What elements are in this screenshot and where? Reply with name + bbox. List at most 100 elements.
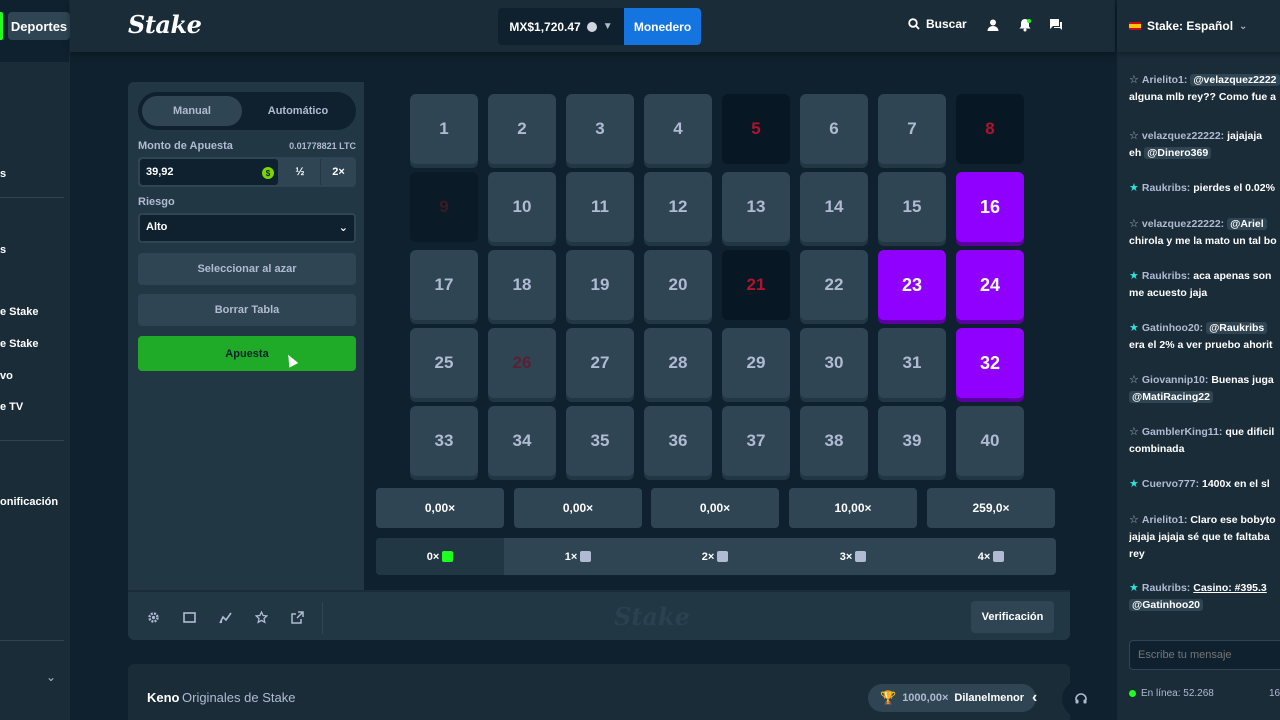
keno-tile-14[interactable]: 14 [800, 172, 868, 242]
keno-tile-19[interactable]: 19 [566, 250, 634, 320]
keno-tile-22[interactable]: 22 [800, 250, 868, 320]
keno-tile-30[interactable]: 30 [800, 328, 868, 398]
chat-username[interactable]: Raukribs: [1142, 182, 1190, 194]
chat-message: ★ Raukribs: pierdes el 0.02% [1129, 180, 1280, 197]
chat-message-input[interactable] [1129, 640, 1280, 670]
popout-icon[interactable] [291, 611, 304, 624]
random-pick-button[interactable]: Seleccionar al azar [138, 253, 356, 285]
half-bet-button[interactable]: ½ [282, 159, 318, 185]
favorite-star-icon[interactable] [255, 611, 268, 624]
keno-tile-25[interactable]: 25 [410, 328, 478, 398]
keno-tile-36[interactable]: 36 [644, 406, 712, 476]
keno-tile-40[interactable]: 40 [956, 406, 1024, 476]
tab-manual[interactable]: Manual [142, 96, 242, 126]
chat-username[interactable]: velazquez22222: [1142, 130, 1224, 142]
chat-mention[interactable]: @velazquez2222 [1190, 74, 1280, 86]
support-button[interactable] [1062, 680, 1100, 718]
keno-tile-23[interactable]: 23 [878, 250, 946, 320]
keno-tile-18[interactable]: 18 [488, 250, 556, 320]
keno-tile-5[interactable]: 5 [722, 94, 790, 164]
clear-table-button[interactable]: Borrar Tabla [138, 294, 356, 326]
keno-tile-15[interactable]: 15 [878, 172, 946, 242]
keno-tile-32[interactable]: 32 [956, 328, 1024, 398]
sidebar-item-2[interactable]: s [0, 244, 6, 256]
keno-tile-9[interactable]: 9 [410, 172, 478, 242]
chevron-left-icon[interactable]: ‹ [1032, 689, 1037, 707]
sports-tab[interactable]: Deportes [8, 12, 70, 40]
keno-tile-39[interactable]: 39 [878, 406, 946, 476]
chat-username[interactable]: Cuervo777: [1142, 478, 1199, 490]
keno-tile-16[interactable]: 16 [956, 172, 1024, 242]
chat-username[interactable]: Gatinhoo20: [1142, 322, 1203, 334]
stake-logo[interactable]: Stake [128, 10, 202, 39]
search-button[interactable]: Buscar [908, 17, 967, 31]
keno-tile-31[interactable]: 31 [878, 328, 946, 398]
keno-tile-27[interactable]: 27 [566, 328, 634, 398]
sidebar-item-4[interactable]: e Stake [0, 338, 39, 350]
theatre-mode-icon[interactable] [183, 611, 196, 624]
casino-tab-indicator[interactable] [0, 12, 3, 40]
hit-label: 2× [701, 550, 715, 563]
keno-tile-28[interactable]: 28 [644, 328, 712, 398]
keno-tile-10[interactable]: 10 [488, 172, 556, 242]
keno-tile-20[interactable]: 20 [644, 250, 712, 320]
keno-tile-4[interactable]: 4 [644, 94, 712, 164]
keno-tile-24[interactable]: 24 [956, 250, 1024, 320]
keno-tile-35[interactable]: 35 [566, 406, 634, 476]
sidebar-item-6[interactable]: e TV [0, 401, 23, 413]
chat-link[interactable]: Casino: #395.3 [1193, 582, 1267, 594]
stats-icon[interactable] [219, 611, 232, 624]
wallet-button[interactable]: Monedero [624, 8, 701, 45]
keno-tile-34[interactable]: 34 [488, 406, 556, 476]
chat-mention[interactable]: @Dinero369 [1144, 147, 1212, 159]
sidebar-item-3[interactable]: e Stake [0, 306, 39, 318]
bet-button[interactable]: Apuesta [138, 336, 356, 371]
chat-username[interactable]: Arielito1: [1142, 514, 1188, 526]
sidebar-item-1[interactable]: s [0, 168, 6, 180]
keno-tile-21[interactable]: 21 [722, 250, 790, 320]
sidebar-item-7[interactable]: onificación [0, 496, 58, 508]
chat-username[interactable]: Giovannip10: [1142, 374, 1209, 386]
chat-mention[interactable]: @Ariel [1227, 218, 1267, 230]
double-bet-button[interactable]: 2× [320, 159, 356, 185]
keno-tile-6[interactable]: 6 [800, 94, 868, 164]
keno-tile-38[interactable]: 38 [800, 406, 868, 476]
chat-mention[interactable]: @MatiRacing22 [1129, 391, 1213, 403]
top-win-badge[interactable]: 🏆 1000,00× Dilanelmenor [868, 684, 1037, 712]
tab-auto[interactable]: Automático [248, 96, 348, 126]
chat-mention[interactable]: @Gatinhoo20 [1129, 599, 1203, 611]
settings-icon[interactable] [147, 611, 160, 624]
chat-mention[interactable]: @Raukribs [1206, 322, 1268, 334]
chat-username[interactable]: velazquez22222: [1142, 218, 1224, 230]
keno-tile-2[interactable]: 2 [488, 94, 556, 164]
balance-selector[interactable]: MX$1,720.47 ▼ [498, 8, 624, 45]
keno-tile-11[interactable]: 11 [566, 172, 634, 242]
keno-tile-33[interactable]: 33 [410, 406, 478, 476]
notifications-icon[interactable] [1018, 18, 1032, 32]
chat-room-selector[interactable]: Stake: Español ⌄ [1117, 0, 1280, 52]
chevron-down-icon[interactable]: ⌄ [46, 670, 56, 684]
chat-toggle-icon[interactable] [1049, 18, 1063, 32]
keno-tile-7[interactable]: 7 [878, 94, 946, 164]
chat-username[interactable]: Raukribs: [1142, 270, 1190, 282]
keno-tile-17[interactable]: 17 [410, 250, 478, 320]
chat-username[interactable]: Arielito1: [1142, 74, 1188, 86]
keno-tile-37[interactable]: 37 [722, 406, 790, 476]
gem-icon [993, 551, 1005, 562]
chat-username[interactable]: Raukribs: [1142, 582, 1190, 594]
game-provider[interactable]: Originales de Stake [182, 690, 295, 705]
keno-tile-8[interactable]: 8 [956, 94, 1024, 164]
keno-tile-26[interactable]: 26 [488, 328, 556, 398]
bet-amount-input[interactable] [140, 159, 278, 185]
keno-tile-13[interactable]: 13 [722, 172, 790, 242]
risk-select[interactable]: Alto ⌄ [138, 213, 356, 243]
keno-tile-12[interactable]: 12 [644, 172, 712, 242]
keno-tile-29[interactable]: 29 [722, 328, 790, 398]
keno-tile-1[interactable]: 1 [410, 94, 478, 164]
keno-tile-3[interactable]: 3 [566, 94, 634, 164]
star-icon: ☆ [1129, 426, 1139, 438]
chat-username[interactable]: GamblerKing11: [1142, 426, 1223, 438]
user-icon[interactable] [986, 18, 1000, 32]
sidebar-item-5[interactable]: vo [0, 370, 13, 382]
fairness-verify-button[interactable]: Verificación [971, 601, 1054, 633]
